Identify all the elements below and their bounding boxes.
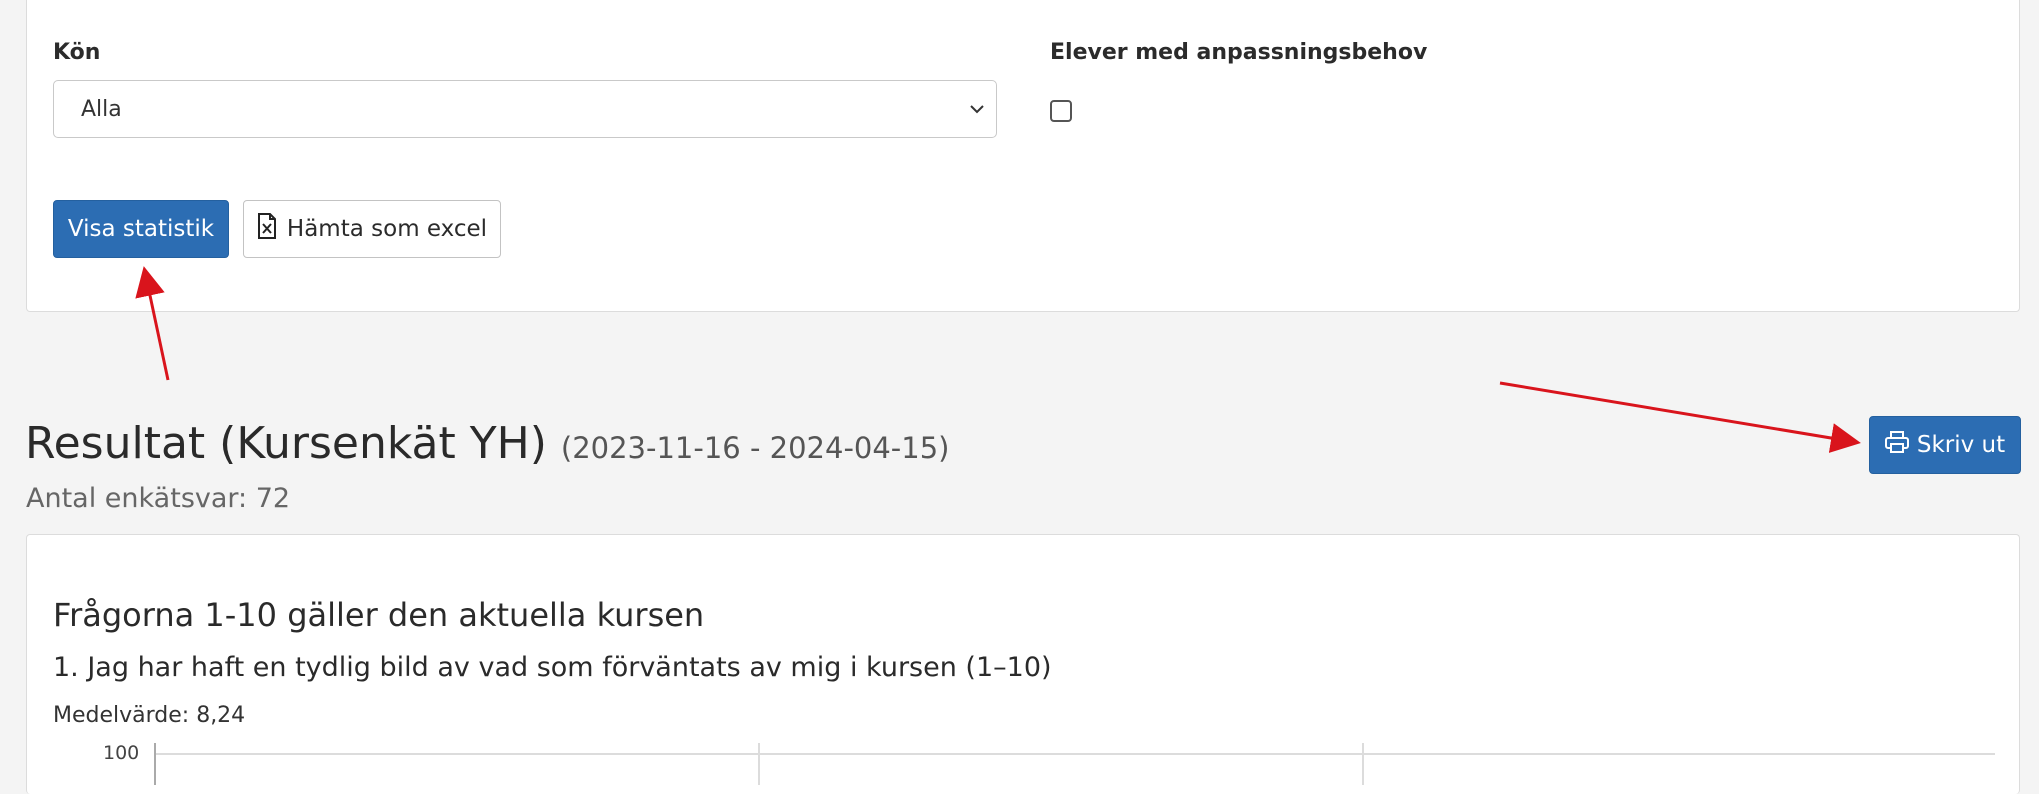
y-axis-tick-label: 100: [103, 742, 140, 764]
show-statistics-label: Visa statistik: [67, 216, 215, 242]
results-heading: Resultat (Kursenkät YH) (2023-11-16 - 20…: [25, 418, 950, 469]
section-title: Frågorna 1-10 gäller den aktuella kursen: [53, 596, 705, 634]
print-button[interactable]: Skriv ut: [1869, 416, 2021, 474]
chart-area: [154, 743, 1995, 785]
export-excel-button[interactable]: Hämta som excel: [243, 200, 501, 258]
chevron-down-icon: [968, 100, 986, 122]
gender-select[interactable]: Alla: [53, 80, 997, 138]
excel-file-icon: [257, 213, 277, 245]
response-count: Antal enkätsvar: 72: [26, 483, 291, 514]
question-text: 1. Jag har haft en tydlig bild av vad so…: [53, 652, 1052, 683]
results-date-range: (2023-11-16 - 2024-04-15): [560, 431, 950, 465]
show-statistics-button[interactable]: Visa statistik: [53, 200, 229, 258]
printer-icon: [1884, 431, 1909, 459]
print-label: Skriv ut: [1916, 432, 2006, 458]
export-excel-label: Hämta som excel: [286, 216, 488, 242]
special-needs-label: Elever med anpassningsbehov: [1050, 40, 1428, 65]
special-needs-checkbox[interactable]: [1050, 100, 1072, 122]
gender-select-value: Alla: [81, 97, 122, 122]
annotation-arrow-right: [1499, 381, 1861, 453]
filter-panel: [26, 0, 2020, 312]
results-title: Resultat (Kursenkät YH): [25, 418, 547, 469]
mean-value: Medelvärde: 8,24: [53, 703, 246, 728]
gender-label: Kön: [53, 40, 101, 65]
